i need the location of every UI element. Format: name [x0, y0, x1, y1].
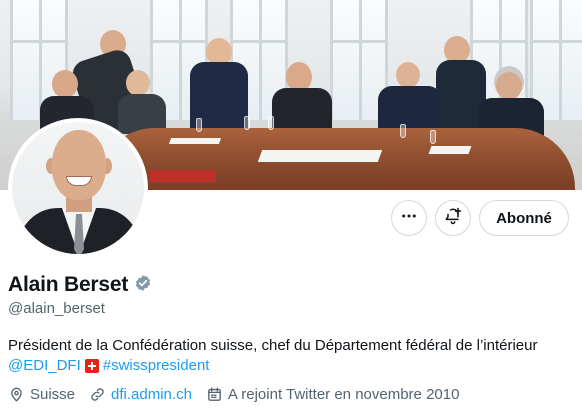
swiss-flag-icon	[84, 359, 99, 373]
profile-bio: Président de la Confédération suisse, ch…	[8, 337, 538, 354]
banner-glass	[268, 116, 274, 130]
joined-text: A rejoint Twitter en novembre 2010	[227, 386, 460, 403]
banner-red-book	[150, 170, 216, 182]
banner-paper	[168, 138, 222, 144]
calendar-icon	[206, 386, 223, 403]
following-button[interactable]: Abonné	[479, 200, 569, 236]
banner-glass	[244, 116, 250, 130]
bell-plus-icon	[443, 206, 463, 231]
banner-paper	[257, 150, 383, 162]
avatar[interactable]	[12, 122, 144, 254]
banner-paper	[428, 146, 472, 154]
profile-meta: Suisse dfi.admin.ch A rejoint Twitter en…	[8, 386, 473, 403]
banner-glass	[196, 118, 202, 132]
location-text: Suisse	[30, 386, 76, 403]
profile-name-row: Alain Berset	[8, 273, 152, 297]
verified-badge-icon[interactable]	[134, 274, 152, 297]
link-icon	[89, 386, 106, 403]
banner-glass	[430, 130, 436, 144]
notifications-button[interactable]	[435, 200, 471, 236]
profile-name: Alain Berset	[8, 273, 129, 296]
profile-bio-links: @EDI_DFI #swisspresident	[8, 356, 209, 376]
banner-glass	[400, 124, 406, 138]
following-button-label: Abonné	[496, 209, 552, 227]
more-button[interactable]	[391, 200, 427, 236]
website-link[interactable]: dfi.admin.ch	[111, 386, 192, 403]
location-pin-icon	[8, 386, 25, 403]
bio-mention-link[interactable]: @EDI_DFI	[8, 356, 81, 376]
location-item: Suisse	[8, 386, 75, 403]
more-horizontal-icon	[400, 207, 418, 230]
profile-handle: @alain_berset	[8, 300, 105, 317]
website-item: dfi.admin.ch	[89, 386, 192, 403]
joined-item: A rejoint Twitter en novembre 2010	[206, 386, 460, 403]
bio-hashtag-link[interactable]: #swisspresident	[103, 356, 210, 376]
